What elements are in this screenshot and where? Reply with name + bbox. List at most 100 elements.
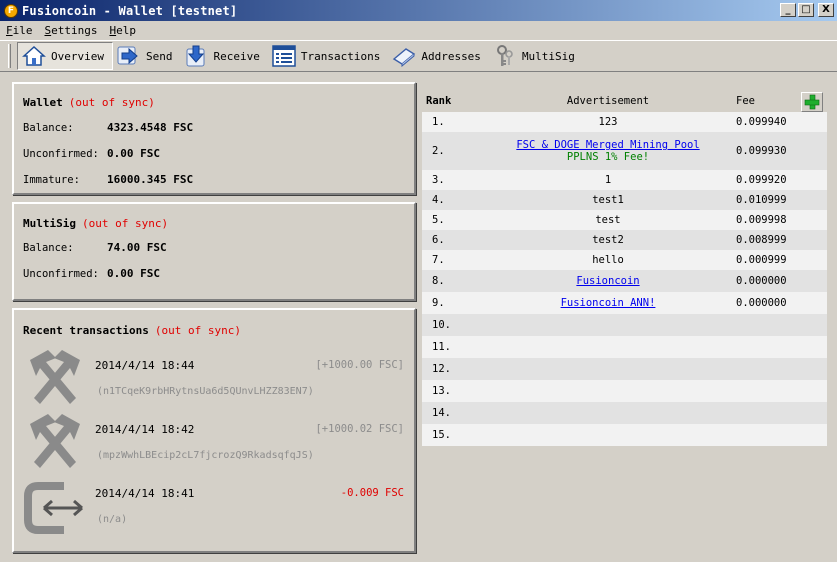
header-advertisement[interactable]: Advertisement xyxy=(482,95,734,107)
list-icon xyxy=(272,45,296,67)
rank-cell: 3. xyxy=(432,174,445,186)
rank-cell: 10. xyxy=(432,319,451,331)
advertisement-link[interactable]: Fusioncoin xyxy=(482,275,734,287)
wallet-title: Wallet xyxy=(23,96,63,109)
multisig-unconfirmed: 0.00 FSC xyxy=(107,267,160,280)
rank-cell: 8. xyxy=(432,275,445,287)
menu-settings[interactable]: Settings xyxy=(45,24,98,37)
advertisement-link[interactable]: Fusioncoin ANN! xyxy=(482,297,734,309)
advertisement-table: Rank Advertisement Fee 1. 123 0.099940 2. FS… xyxy=(422,90,827,446)
mining-icon xyxy=(30,414,80,468)
maximize-button[interactable]: □ xyxy=(798,3,814,17)
fee-cell: 0.000000 xyxy=(736,297,787,309)
menu-help[interactable]: Help xyxy=(109,24,136,37)
table-header: Rank Advertisement Fee xyxy=(422,90,827,112)
advertisement-cell: test xyxy=(482,214,734,226)
tx-date: 2014/4/14 18:42 xyxy=(95,423,195,436)
table-row[interactable]: 2. FSC & DOGE Merged Mining Pool PPLNS 1% … xyxy=(422,132,827,170)
balance-label: Balance: xyxy=(23,122,74,134)
table-row[interactable]: 14. xyxy=(422,402,827,424)
fee-cell: 0.000000 xyxy=(736,275,787,287)
home-icon xyxy=(22,45,46,66)
multisig-balance-label: Balance: xyxy=(23,242,74,254)
table-row[interactable]: 13. xyxy=(422,380,827,402)
minimize-button[interactable]: _ xyxy=(780,3,796,17)
fusioncoin-logo-icon: F xyxy=(4,3,18,18)
table-row[interactable]: 12. xyxy=(422,358,827,380)
tab-overview[interactable]: Overview xyxy=(17,42,113,70)
rank-cell: 14. xyxy=(432,407,451,419)
table-row[interactable]: 6. test2 0.008999 xyxy=(422,230,827,250)
tab-transactions[interactable]: Transactions xyxy=(268,42,388,70)
menu-bar: File Settings Help xyxy=(0,21,837,40)
advertisement-cell: test1 xyxy=(482,194,734,206)
rank-cell: 15. xyxy=(432,429,451,441)
rank-cell: 7. xyxy=(432,254,445,266)
advertisement-text: test2 xyxy=(592,234,624,246)
tab-multisig[interactable]: MultiSig xyxy=(489,42,583,70)
mining-icon xyxy=(30,350,80,404)
fee-cell: 0.000999 xyxy=(736,254,787,266)
fee-cell: 0.099930 xyxy=(736,145,787,157)
tx-date: 2014/4/14 18:44 xyxy=(95,359,195,372)
advertisement-text: 1 xyxy=(604,174,612,186)
tab-addresses[interactable]: Addresses xyxy=(388,42,489,70)
tx-address: (mpzWwhLBEcip2cL7fjcrozQ9RkadsqfqJS) xyxy=(97,450,314,461)
rank-cell: 6. xyxy=(432,234,445,246)
fee-cell: 0.099920 xyxy=(736,174,787,186)
wallet-sync-status: (out of sync) xyxy=(68,96,155,109)
close-button[interactable]: X xyxy=(818,3,834,17)
unconfirmed-label: Unconfirmed: xyxy=(23,148,99,160)
window-title: Fusioncoin - Wallet [testnet] xyxy=(22,3,238,18)
advertisement-subtitle: PPLNS 1% Fee! xyxy=(566,151,650,163)
fee-cell: 0.009998 xyxy=(736,214,787,226)
header-rank[interactable]: Rank xyxy=(422,95,482,107)
menu-file[interactable]: File xyxy=(6,24,33,37)
immature-label: Immature: xyxy=(23,174,80,186)
wallet-unconfirmed: 0.00 FSC xyxy=(107,147,160,160)
multisig-title: MultiSig xyxy=(23,217,76,230)
fee-cell: 0.008999 xyxy=(736,234,787,246)
tx-address: (n/a) xyxy=(97,514,128,525)
rank-cell: 5. xyxy=(432,214,445,226)
table-row[interactable]: 5. test 0.009998 xyxy=(422,210,827,230)
table-row[interactable]: 4. test1 0.010999 xyxy=(422,190,827,210)
advertisement-link[interactable]: FSC & DOGE Merged Mining Pool xyxy=(482,139,734,151)
table-row[interactable]: 15. xyxy=(422,424,827,446)
advertisement-cell: Fusioncoin xyxy=(482,275,734,287)
wallet-balance: 4323.4548 FSC xyxy=(107,121,194,134)
table-row[interactable]: 7. hello 0.000999 xyxy=(422,250,827,270)
table-row[interactable]: 3. 1 0.099920 xyxy=(422,170,827,190)
tx-amount: [+1000.00 FSC] xyxy=(315,359,404,371)
toolbar-grip[interactable] xyxy=(8,44,11,68)
multisig-balance: 74.00 FSC xyxy=(107,241,167,254)
table-row[interactable]: 9. Fusioncoin ANN! 0.000000 xyxy=(422,292,827,314)
advertisement-cell: 1 xyxy=(482,174,734,186)
table-row[interactable]: 11. xyxy=(422,336,827,358)
add-advertisement-button[interactable] xyxy=(801,92,823,112)
rank-cell: 2. xyxy=(432,145,445,157)
wallet-immature: 16000.345 FSC xyxy=(107,173,194,186)
advertisement-text: test1 xyxy=(592,194,624,206)
keys-icon xyxy=(496,45,513,66)
table-row[interactable]: 1. 123 0.099940 xyxy=(422,112,827,132)
rank-cell: 4. xyxy=(432,194,445,206)
toolbar: Overview Send Receive Transactions Addre… xyxy=(0,40,837,72)
payment-to-self-icon xyxy=(24,482,83,534)
advertisement-cell: test2 xyxy=(482,234,734,246)
advertisement-cell: FSC & DOGE Merged Mining Pool PPLNS 1% Fe… xyxy=(482,139,734,163)
add-icon xyxy=(804,94,820,110)
fee-cell: 0.099940 xyxy=(736,116,787,128)
tab-send[interactable]: Send xyxy=(113,42,181,70)
multisig-unconfirmed-label: Unconfirmed: xyxy=(23,268,99,280)
fee-cell: 0.010999 xyxy=(736,194,787,206)
tab-receive[interactable]: Receive xyxy=(180,42,267,70)
address-book-icon xyxy=(393,48,416,67)
rank-cell: 11. xyxy=(432,341,451,353)
title-bar[interactable]: F Fusioncoin - Wallet [testnet] _ □ X xyxy=(0,0,837,21)
tx-amount: [+1000.02 FSC] xyxy=(315,423,404,435)
recent-transactions-panel: Recent transactions (out of sync) 2014/4/… xyxy=(12,308,416,553)
table-row[interactable]: 10. xyxy=(422,314,827,336)
table-row[interactable]: 8. Fusioncoin 0.000000 xyxy=(422,270,827,292)
rank-cell: 12. xyxy=(432,363,451,375)
